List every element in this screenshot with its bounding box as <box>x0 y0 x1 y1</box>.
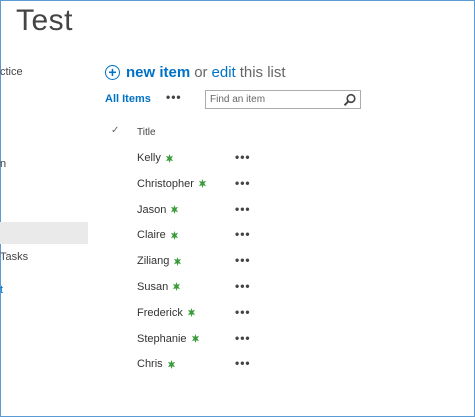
table-row[interactable]: Susan ••• <box>105 274 365 300</box>
add-item-icon[interactable]: + <box>105 64 120 80</box>
row-menu-button[interactable]: ••• <box>235 150 251 164</box>
title-column-header[interactable]: Title <box>137 127 156 138</box>
new-item-badge-icon <box>171 205 179 215</box>
new-item-badge-icon <box>191 334 199 344</box>
table-row[interactable]: Kelly ••• <box>105 145 365 171</box>
table-row[interactable]: Frederick ••• <box>105 300 365 326</box>
new-item-badge-icon <box>187 308 195 318</box>
command-or-text: or <box>194 63 208 81</box>
quick-launch: ctice n Tasks t <box>0 0 88 417</box>
row-menu-button[interactable]: ••• <box>235 305 251 319</box>
view-all-items[interactable]: All Items <box>105 93 151 105</box>
new-item-badge-icon <box>198 179 206 189</box>
row-title-link[interactable]: Claire <box>137 229 179 241</box>
row-title-text: Ziliang <box>137 255 170 268</box>
quicklaunch-item-fragment[interactable]: n <box>0 158 6 170</box>
row-title-link[interactable]: Chris <box>137 358 176 370</box>
row-title-link[interactable]: Frederick <box>137 307 196 319</box>
quicklaunch-selected-item[interactable] <box>0 222 88 244</box>
row-title-link[interactable]: Kelly <box>137 152 174 164</box>
table-row[interactable]: Jason ••• <box>105 197 365 223</box>
row-title-text: Kelly <box>137 152 161 164</box>
table-row[interactable]: Christopher ••• <box>105 171 365 197</box>
row-title-text: Claire <box>137 229 166 242</box>
command-this-list-text: this list <box>239 63 286 81</box>
search-input[interactable] <box>206 92 343 107</box>
edit-list-link[interactable]: edit <box>212 64 236 81</box>
row-title-link[interactable]: Susan <box>137 281 181 293</box>
table-row[interactable]: Ziliang ••• <box>105 248 365 274</box>
table-row[interactable]: Chris ••• <box>105 351 365 377</box>
row-menu-button[interactable]: ••• <box>235 331 251 345</box>
row-title-link[interactable]: Ziliang <box>137 255 182 267</box>
list-rows: Kelly ••• Christopher ••• Jason ••• Claire ••• Z… <box>105 145 365 377</box>
row-menu-button[interactable]: ••• <box>235 227 251 241</box>
row-menu-button[interactable]: ••• <box>235 253 251 267</box>
new-item-badge-icon <box>170 230 178 240</box>
new-item-badge-icon <box>174 256 182 266</box>
new-item-link[interactable]: new item <box>126 64 190 81</box>
quicklaunch-item-practice[interactable]: ctice <box>0 66 23 78</box>
search-box[interactable] <box>205 90 361 109</box>
views-more-button[interactable]: ••• <box>166 90 182 104</box>
row-menu-button[interactable]: ••• <box>235 356 251 370</box>
row-title-text: Christopher <box>137 177 194 190</box>
row-title-text: Susan <box>137 280 169 293</box>
row-title-text: Jason <box>137 203 167 216</box>
quicklaunch-link-fragment[interactable]: t <box>0 284 3 296</box>
row-title-link[interactable]: Jason <box>137 204 179 216</box>
row-menu-button[interactable]: ••• <box>235 279 251 293</box>
row-title-link[interactable]: Christopher <box>137 178 207 190</box>
row-title-link[interactable]: Stephanie <box>137 333 200 345</box>
row-title-text: Stephanie <box>137 332 187 345</box>
row-menu-button[interactable]: ••• <box>235 176 251 190</box>
select-all-checkmark-icon[interactable]: ✓ <box>111 125 119 136</box>
list-column-header: ✓ Title <box>105 124 365 142</box>
new-item-badge-icon <box>167 359 175 369</box>
row-title-text: Chris <box>137 358 163 371</box>
row-title-text: Frederick <box>137 306 183 319</box>
list-command-bar: + new item or edit this list <box>105 62 286 82</box>
table-row[interactable]: Stephanie ••• <box>105 326 365 352</box>
search-icon[interactable] <box>343 93 357 107</box>
quicklaunch-item-tasks[interactable]: Tasks <box>0 251 28 263</box>
new-item-badge-icon <box>165 153 173 163</box>
table-row[interactable]: Claire ••• <box>105 222 365 248</box>
new-item-badge-icon <box>173 282 181 292</box>
row-menu-button[interactable]: ••• <box>235 202 251 216</box>
